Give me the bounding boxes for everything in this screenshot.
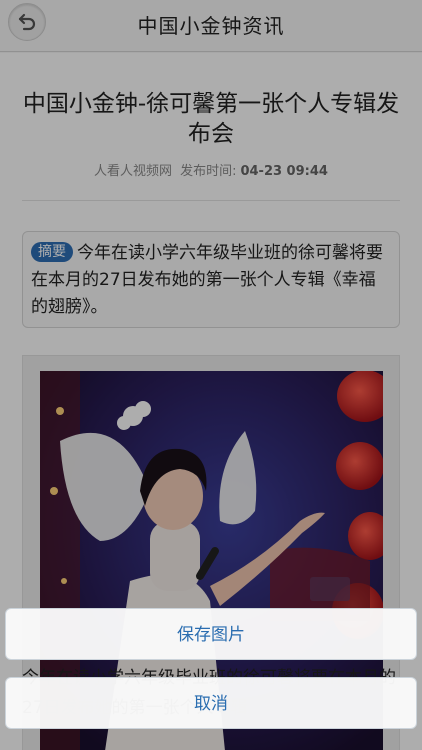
- cancel-button[interactable]: 取消: [5, 677, 417, 729]
- save-image-button[interactable]: 保存图片: [5, 608, 417, 660]
- page: 中国小金钟资讯 中国小金钟-徐可馨第一张个人专辑发布会 人看人视频网 发布时间: 0…: [0, 0, 422, 750]
